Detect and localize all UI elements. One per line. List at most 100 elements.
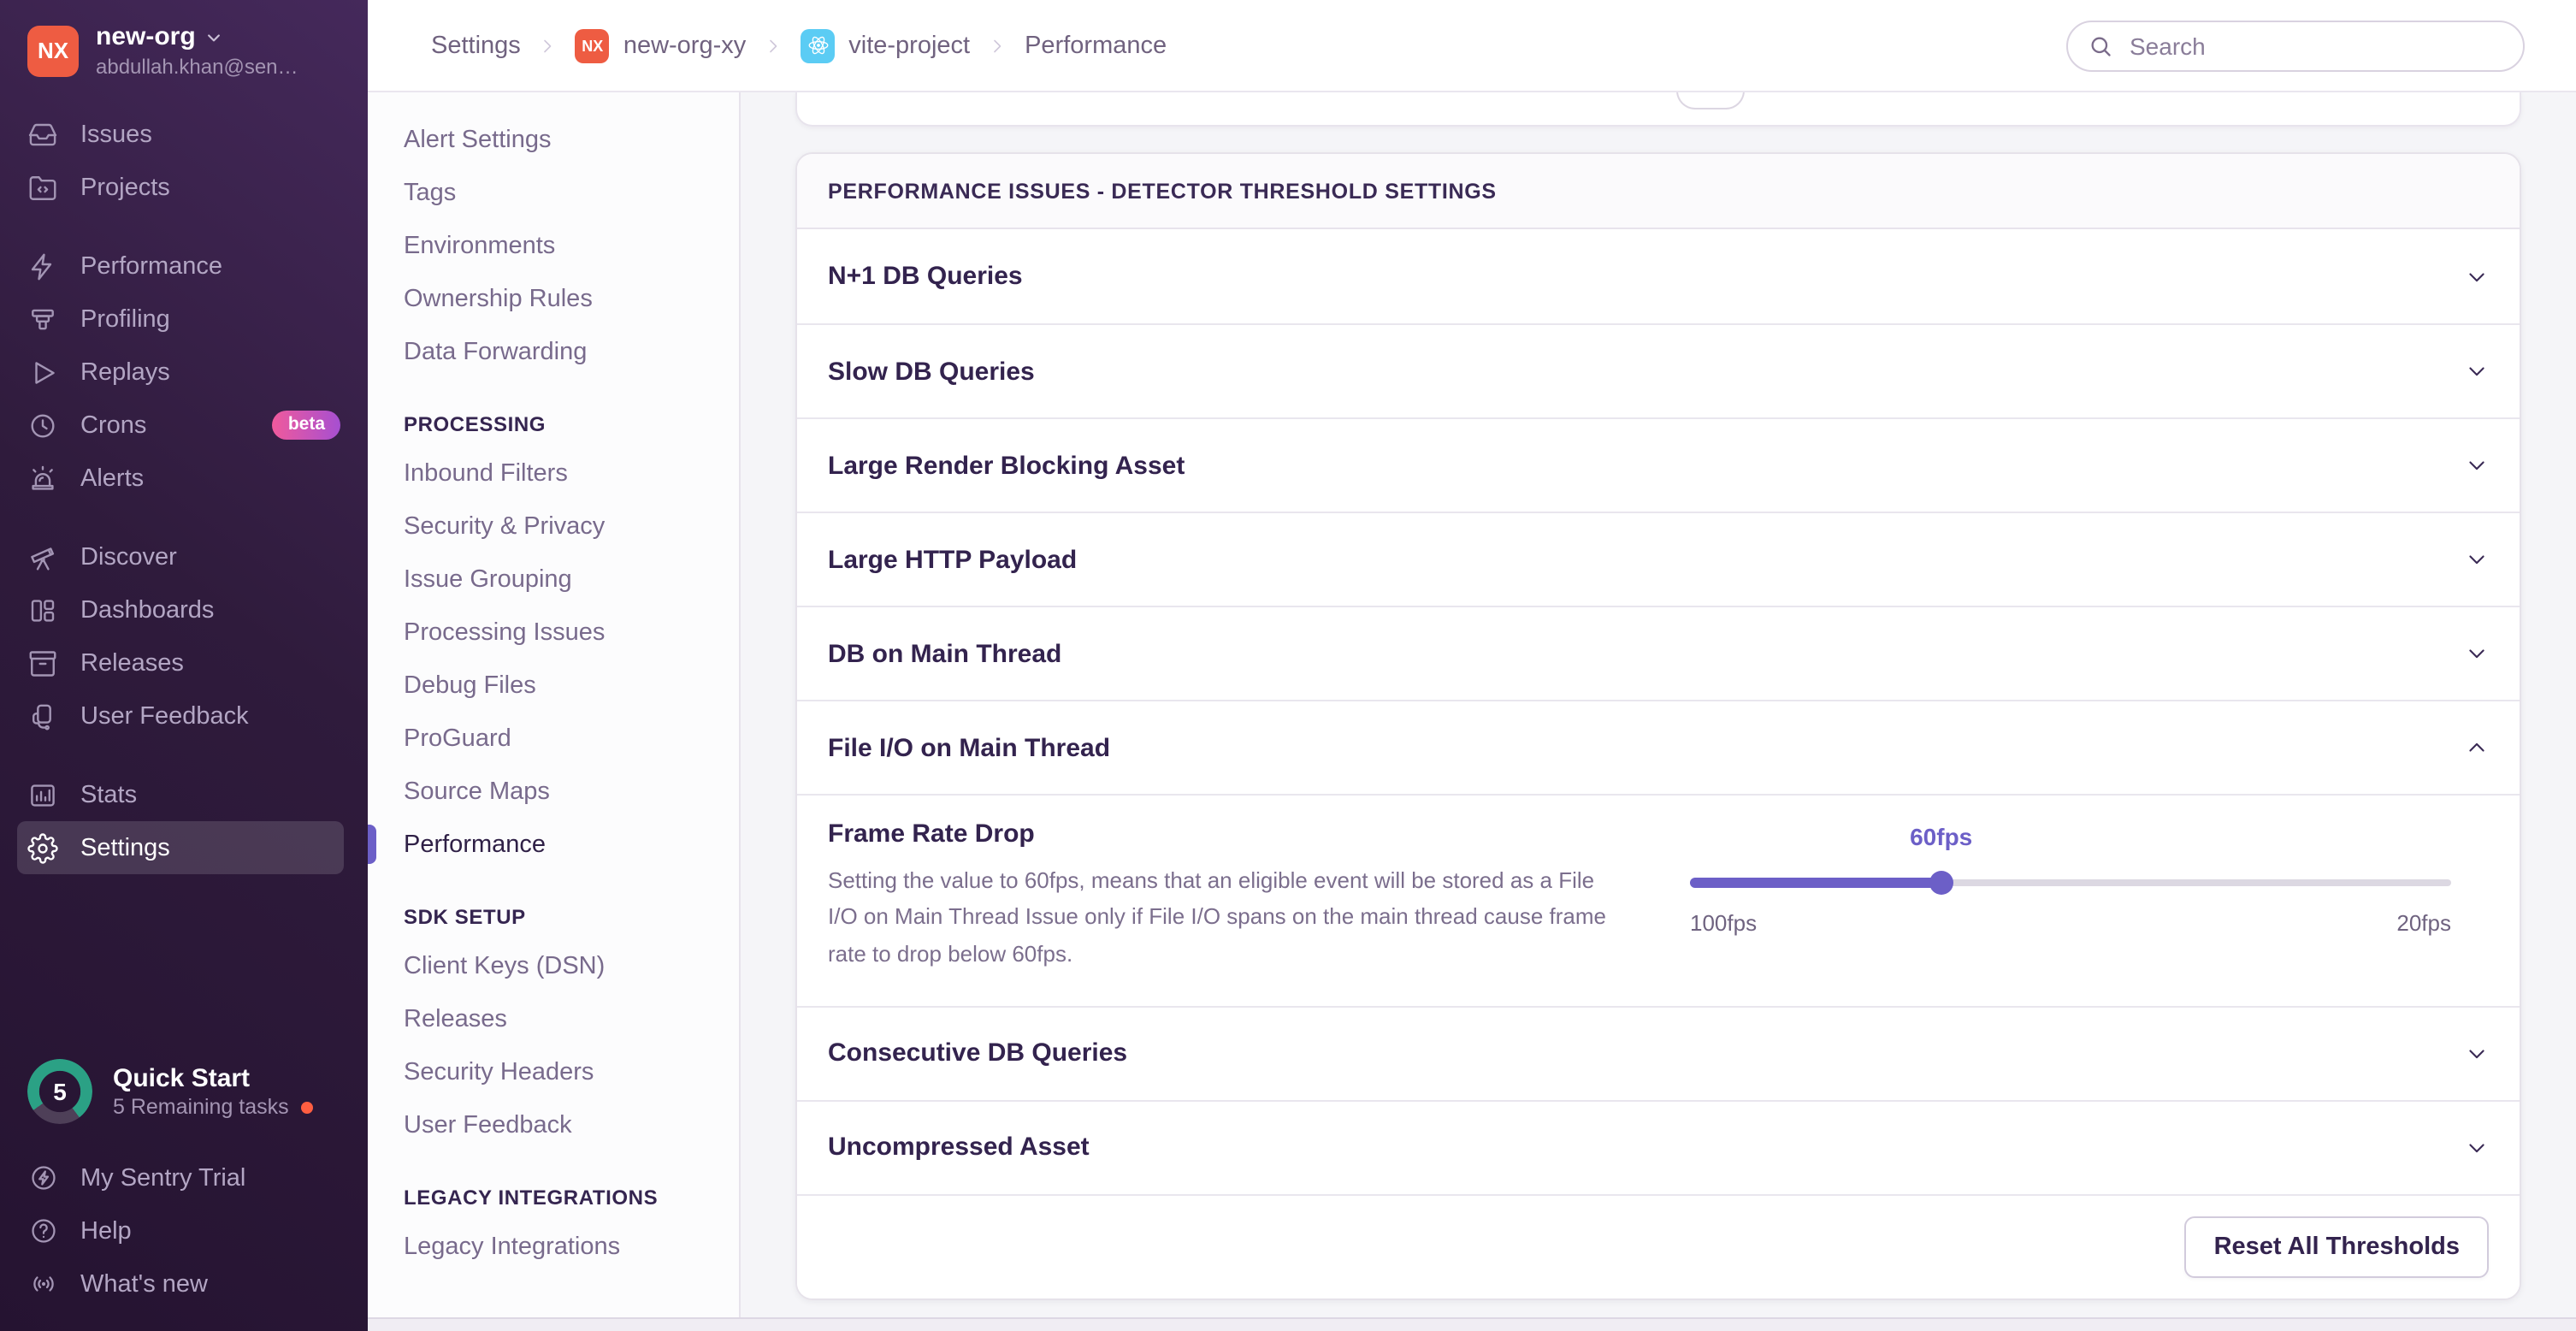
sidebar-item-user-feedback[interactable]: User Feedback: [0, 689, 368, 742]
detector-row-title: Slow DB Queries: [828, 357, 1035, 386]
org-name: new-org: [96, 22, 196, 53]
sidebar-item-settings[interactable]: Settings: [17, 821, 344, 874]
detector-row-slow-db-queries[interactable]: Slow DB Queries: [797, 323, 2520, 417]
search-box[interactable]: [2066, 20, 2525, 71]
sidebar-item-my-sentry-trial[interactable]: My Sentry Trial: [0, 1151, 368, 1204]
whats-new-icon: [27, 1269, 58, 1299]
sidebar-item-label: Help: [80, 1217, 132, 1245]
org-switcher[interactable]: NX new-org abdullah.khan@sen…: [0, 0, 368, 94]
settings-nav-label: Ownership Rules: [404, 285, 593, 312]
breadcrumb-new-org-xy[interactable]: NXnew-org-xy: [576, 28, 746, 62]
settings-nav-item-data-forwarding[interactable]: Data Forwarding: [368, 325, 739, 378]
sidebar-item-what-s-new[interactable]: What's new: [0, 1257, 368, 1310]
quick-start-title: Quick Start: [113, 1063, 313, 1096]
sidebar-item-discover[interactable]: Discover: [0, 530, 368, 583]
discover-icon: [27, 541, 58, 572]
settings-nav-item-environments[interactable]: Environments: [368, 219, 739, 272]
detector-row-uncompressed-asset[interactable]: Uncompressed Asset: [797, 1100, 2520, 1194]
frame-rate-slider: 60fps100fps20fps: [1690, 819, 2489, 972]
sidebar-item-label: What's new: [80, 1270, 208, 1298]
sidebar-item-label: My Sentry Trial: [80, 1164, 245, 1192]
settings-nav-item-releases[interactable]: Releases: [368, 992, 739, 1045]
breadcrumb-performance[interactable]: Performance: [1025, 32, 1167, 59]
sidebar-item-label: Performance: [80, 252, 222, 280]
search-input[interactable]: [2126, 30, 2502, 61]
user-feedback-icon: [27, 701, 58, 731]
dashboards-icon: [27, 595, 58, 625]
settings-nav-label: Debug Files: [404, 671, 536, 699]
scrolled-panel-edge: [795, 92, 2521, 127]
settings-nav-item-processing-issues[interactable]: Processing Issues: [368, 606, 739, 659]
sidebar-item-profiling[interactable]: Profiling: [0, 293, 368, 346]
sidebar-item-label: Crons: [80, 411, 146, 439]
slider-min-label: 100fps: [1690, 910, 1757, 936]
settings-nav-item-security-headers[interactable]: Security Headers: [368, 1045, 739, 1098]
settings-nav-item-user-feedback[interactable]: User Feedback: [368, 1098, 739, 1151]
setting-description: Setting the value to 60fps, means that a…: [828, 862, 1628, 972]
sidebar-item-crons[interactable]: Cronsbeta: [0, 399, 368, 452]
slider-track[interactable]: [1690, 871, 2451, 895]
detector-row-file-i-o-on-main-thread[interactable]: File I/O on Main Thread: [797, 700, 2520, 794]
sidebar-item-replays[interactable]: Replays: [0, 346, 368, 399]
stats-icon: [27, 779, 58, 810]
settings-nav-item-client-keys-dsn[interactable]: Client Keys (DSN): [368, 939, 739, 992]
breadcrumb-vite-project[interactable]: vite-project: [801, 28, 970, 62]
sidebar-item-releases[interactable]: Releases: [0, 636, 368, 689]
settings-nav-item-ownership-rules[interactable]: Ownership Rules: [368, 272, 739, 325]
chevron-down-icon: [2465, 453, 2489, 477]
breadcrumb-label: Performance: [1025, 32, 1167, 59]
detector-row-large-render-blocking-asset[interactable]: Large Render Blocking Asset: [797, 417, 2520, 512]
settings-nav-label: Performance: [404, 831, 546, 858]
quick-start[interactable]: 5 Quick Start 5 Remaining tasks: [0, 1045, 368, 1151]
settings-nav-item-issue-grouping[interactable]: Issue Grouping: [368, 553, 739, 606]
settings-nav-label: Issue Grouping: [404, 565, 572, 593]
bottom-strip: [368, 1317, 2576, 1331]
settings-nav-item-tags[interactable]: Tags: [368, 166, 739, 219]
panel-header: PERFORMANCE ISSUES - DETECTOR THRESHOLD …: [797, 154, 2520, 229]
detector-row-title: N+1 DB Queries: [828, 262, 1023, 291]
sidebar-item-stats[interactable]: Stats: [0, 768, 368, 821]
subnav-section-header: PROCESSING: [368, 412, 739, 436]
sidebar-bottom: 5 Quick Start 5 Remaining tasks My Sentr…: [0, 1045, 368, 1331]
settings-nav-label: Inbound Filters: [404, 459, 568, 487]
sidebar-item-dashboards[interactable]: Dashboards: [0, 583, 368, 636]
breadcrumb-separator-icon: [987, 35, 1007, 56]
settings-nav-item-inbound-filters[interactable]: Inbound Filters: [368, 447, 739, 500]
active-indicator: [368, 825, 376, 864]
chevron-down-icon: [2465, 547, 2489, 571]
reset-all-thresholds-button[interactable]: Reset All Thresholds: [2185, 1216, 2489, 1278]
detector-row-consecutive-db-queries[interactable]: Consecutive DB Queries: [797, 1006, 2520, 1100]
detector-row-title: Large Render Blocking Asset: [828, 451, 1185, 480]
main-content: PERFORMANCE ISSUES - DETECTOR THRESHOLD …: [741, 92, 2576, 1331]
settings-nav-item-alert-settings[interactable]: Alert Settings: [368, 113, 739, 166]
settings-nav-item-security-privacy[interactable]: Security & Privacy: [368, 500, 739, 553]
settings-nav-item-source-maps[interactable]: Source Maps: [368, 765, 739, 818]
quick-start-count: 5: [27, 1059, 92, 1124]
sidebar-item-issues[interactable]: Issues: [0, 108, 368, 161]
detector-row-large-http-payload[interactable]: Large HTTP Payload: [797, 512, 2520, 606]
app-window: NX new-org abdullah.khan@sen… IssuesProj…: [0, 0, 2576, 1331]
breadcrumb-settings[interactable]: Settings: [431, 32, 521, 59]
settings-nav-item-legacy-integrations[interactable]: Legacy Integrations: [368, 1220, 739, 1273]
search-icon: [2089, 33, 2112, 57]
subnav-section-header: LEGACY INTEGRATIONS: [368, 1186, 739, 1210]
detector-row-db-on-main-thread[interactable]: DB on Main Thread: [797, 606, 2520, 700]
sidebar-item-performance[interactable]: Performance: [0, 240, 368, 293]
settings-nav-item-proguard[interactable]: ProGuard: [368, 712, 739, 765]
settings-nav-item-performance[interactable]: Performance: [368, 818, 739, 871]
sidebar-item-help[interactable]: Help: [0, 1204, 368, 1257]
sidebar-item-alerts[interactable]: Alerts: [0, 452, 368, 505]
crons-icon: [27, 410, 58, 441]
slider-handle[interactable]: [1929, 871, 1953, 895]
detector-row-n-1-db-queries[interactable]: N+1 DB Queries: [797, 229, 2520, 323]
chevron-up-icon: [2465, 736, 2489, 760]
notification-dot: [301, 1102, 313, 1114]
sidebar-item-projects[interactable]: Projects: [0, 161, 368, 214]
sidebar-item-label: Profiling: [80, 305, 170, 333]
performance-icon: [27, 251, 58, 281]
sidebar-item-label: Discover: [80, 543, 177, 571]
org-avatar: NX: [576, 28, 610, 62]
settings-nav-item-debug-files[interactable]: Debug Files: [368, 659, 739, 712]
primary-sidebar: NX new-org abdullah.khan@sen… IssuesProj…: [0, 0, 368, 1331]
settings-nav-label: Processing Issues: [404, 618, 605, 646]
